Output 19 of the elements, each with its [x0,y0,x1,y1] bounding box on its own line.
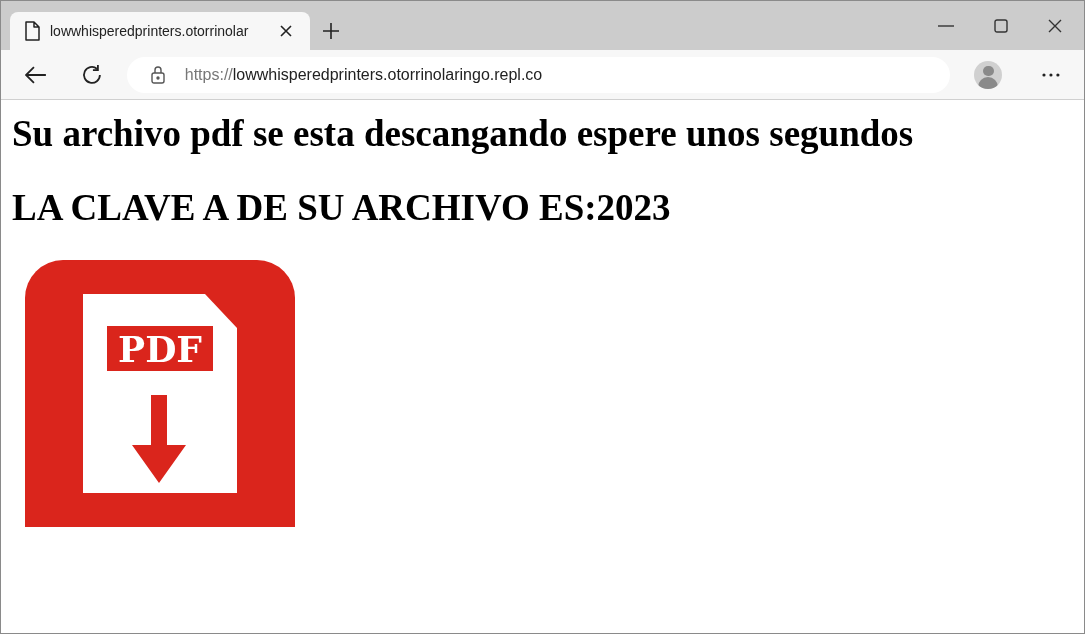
refresh-icon[interactable] [80,63,103,86]
page-icon [24,21,40,41]
browser-tab[interactable]: lowwhisperedprinters.otorrinolar [10,12,310,50]
url-scheme: https:// [184,64,233,85]
pdf-label: PDF [107,326,213,371]
page-heading: LA CLAVE A DE SU ARCHIVO ES:2023 [12,186,672,230]
tab-title: lowwhisperedprinters.otorrinolar [50,21,250,41]
profile-avatar[interactable] [974,60,1003,89]
back-arrow-icon[interactable] [25,65,47,84]
maximize-icon[interactable] [994,19,1008,33]
more-icon[interactable] [1042,72,1060,77]
down-arrow-icon [132,395,186,483]
new-tab-icon[interactable] [322,22,340,40]
address-field[interactable]: https://lowwhisperedprinters.otorrinolaringo.repl.co [126,56,951,93]
page-heading: Su archivo pdf se esta descangando espere unos segundos [12,112,915,156]
close-icon[interactable] [1048,19,1062,33]
url-host: lowwhisperedprinters.otorrinolaringo.repl.co [232,64,543,85]
close-icon[interactable] [280,25,292,37]
lock-icon [150,65,165,84]
